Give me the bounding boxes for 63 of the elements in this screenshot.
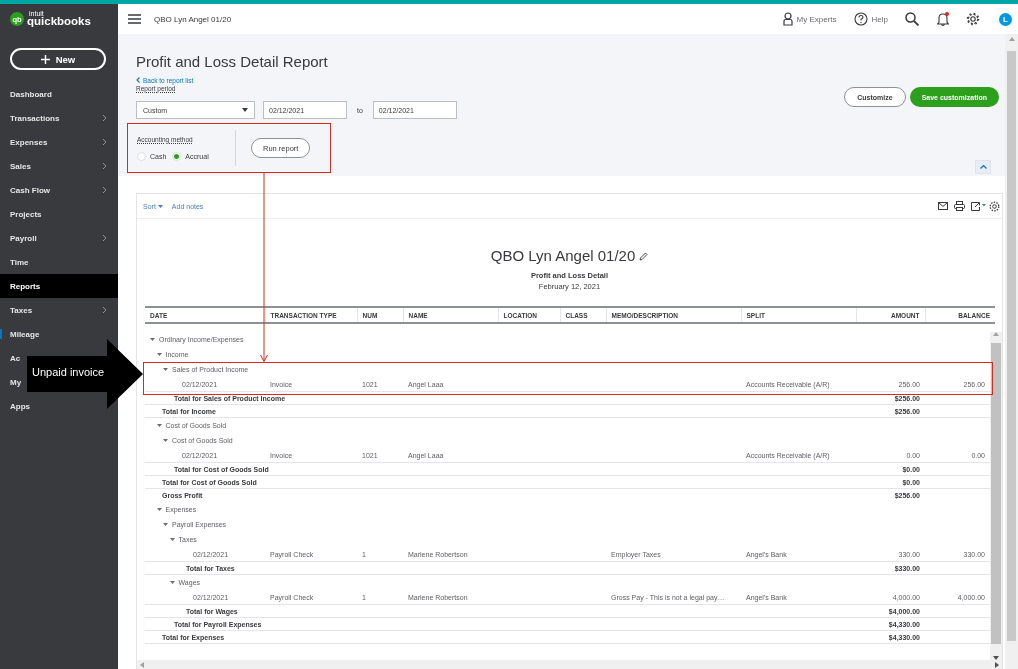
report-company: QBO Lyn Angel 01/20 — [490, 246, 636, 266]
bell-icon[interactable] — [937, 12, 949, 26]
radio-button[interactable] — [172, 151, 182, 161]
caret-icon[interactable] — [163, 522, 168, 527]
callout-label: Unpaid invoice — [32, 366, 105, 378]
help-icon — [853, 12, 868, 26]
caret-icon[interactable] — [169, 580, 175, 585]
plus-icon — [40, 54, 50, 64]
logo[interactable]: quickbooks — [27, 16, 91, 28]
sidebar-item[interactable]: Projects — [0, 202, 43, 226]
sidebar-item[interactable]: Ac — [0, 346, 22, 370]
chevron-right-icon — [101, 234, 107, 242]
arrow-up-icon — [993, 332, 999, 336]
sidebar-item[interactable]: My — [0, 370, 23, 394]
arrow-left-icon — [140, 661, 144, 668]
experts-link[interactable]: My Experts — [782, 12, 837, 26]
caret-icon[interactable] — [156, 352, 162, 357]
company-name: QBO Lyn Angel 01/20 — [154, 14, 233, 24]
caret-icon — [242, 108, 248, 112]
export-icon[interactable] — [971, 201, 986, 211]
chevron-right-icon — [101, 162, 107, 170]
scrollbar[interactable] — [1005, 34, 1018, 669]
arrow-down-icon — [993, 656, 999, 660]
sidebar-item[interactable]: Expenses — [0, 130, 118, 154]
chevron-right-icon — [101, 138, 107, 146]
sidebar-item[interactable]: Apps — [0, 394, 31, 418]
sidebar-item[interactable]: Dashboard — [0, 82, 53, 106]
caret-icon[interactable] — [169, 537, 175, 542]
person-icon — [782, 12, 793, 26]
collapse-button[interactable] — [975, 160, 991, 174]
sidebar-item[interactable]: Payroll — [0, 226, 118, 250]
sidebar-item[interactable]: Transactions — [0, 106, 118, 130]
caret-icon[interactable] — [163, 367, 168, 372]
caret-icon[interactable] — [163, 438, 168, 443]
caret-icon[interactable] — [156, 507, 162, 512]
caret-icon — [157, 204, 163, 208]
print-icon[interactable] — [954, 201, 965, 211]
radio-button[interactable] — [137, 151, 146, 161]
sidebar-item[interactable]: Sales — [0, 154, 118, 178]
sidebar-item[interactable]: Time — [0, 250, 30, 274]
chevron-right-icon — [101, 114, 107, 122]
chevron-right-icon — [101, 306, 107, 314]
arrow-up-icon — [1008, 37, 1015, 41]
menu-icon[interactable] — [128, 14, 141, 24]
arrow-right-icon — [995, 661, 999, 668]
caret-icon[interactable] — [150, 337, 155, 342]
search-icon[interactable] — [905, 12, 919, 26]
new-button[interactable]: New — [10, 48, 106, 70]
caret-icon[interactable] — [156, 423, 162, 428]
sidebar-item[interactable]: Cash Flow — [0, 178, 118, 202]
mail-icon[interactable] — [938, 202, 948, 210]
chevron-up-icon — [979, 165, 987, 169]
scrollbar[interactable] — [137, 660, 1002, 669]
sidebar-item[interactable]: Mileage — [0, 322, 41, 346]
page-title: Profit and Loss Detail Report — [136, 53, 329, 72]
sidebar-item[interactable]: Taxes — [0, 298, 118, 322]
chevron-right-icon — [101, 186, 107, 194]
help-link[interactable]: Help — [853, 12, 888, 26]
pencil-icon[interactable] — [639, 251, 649, 261]
scrollbar[interactable] — [990, 332, 1002, 660]
settings-icon[interactable] — [989, 200, 1000, 212]
chevron-left-icon — [136, 77, 140, 83]
settings-icon[interactable] — [966, 12, 980, 26]
